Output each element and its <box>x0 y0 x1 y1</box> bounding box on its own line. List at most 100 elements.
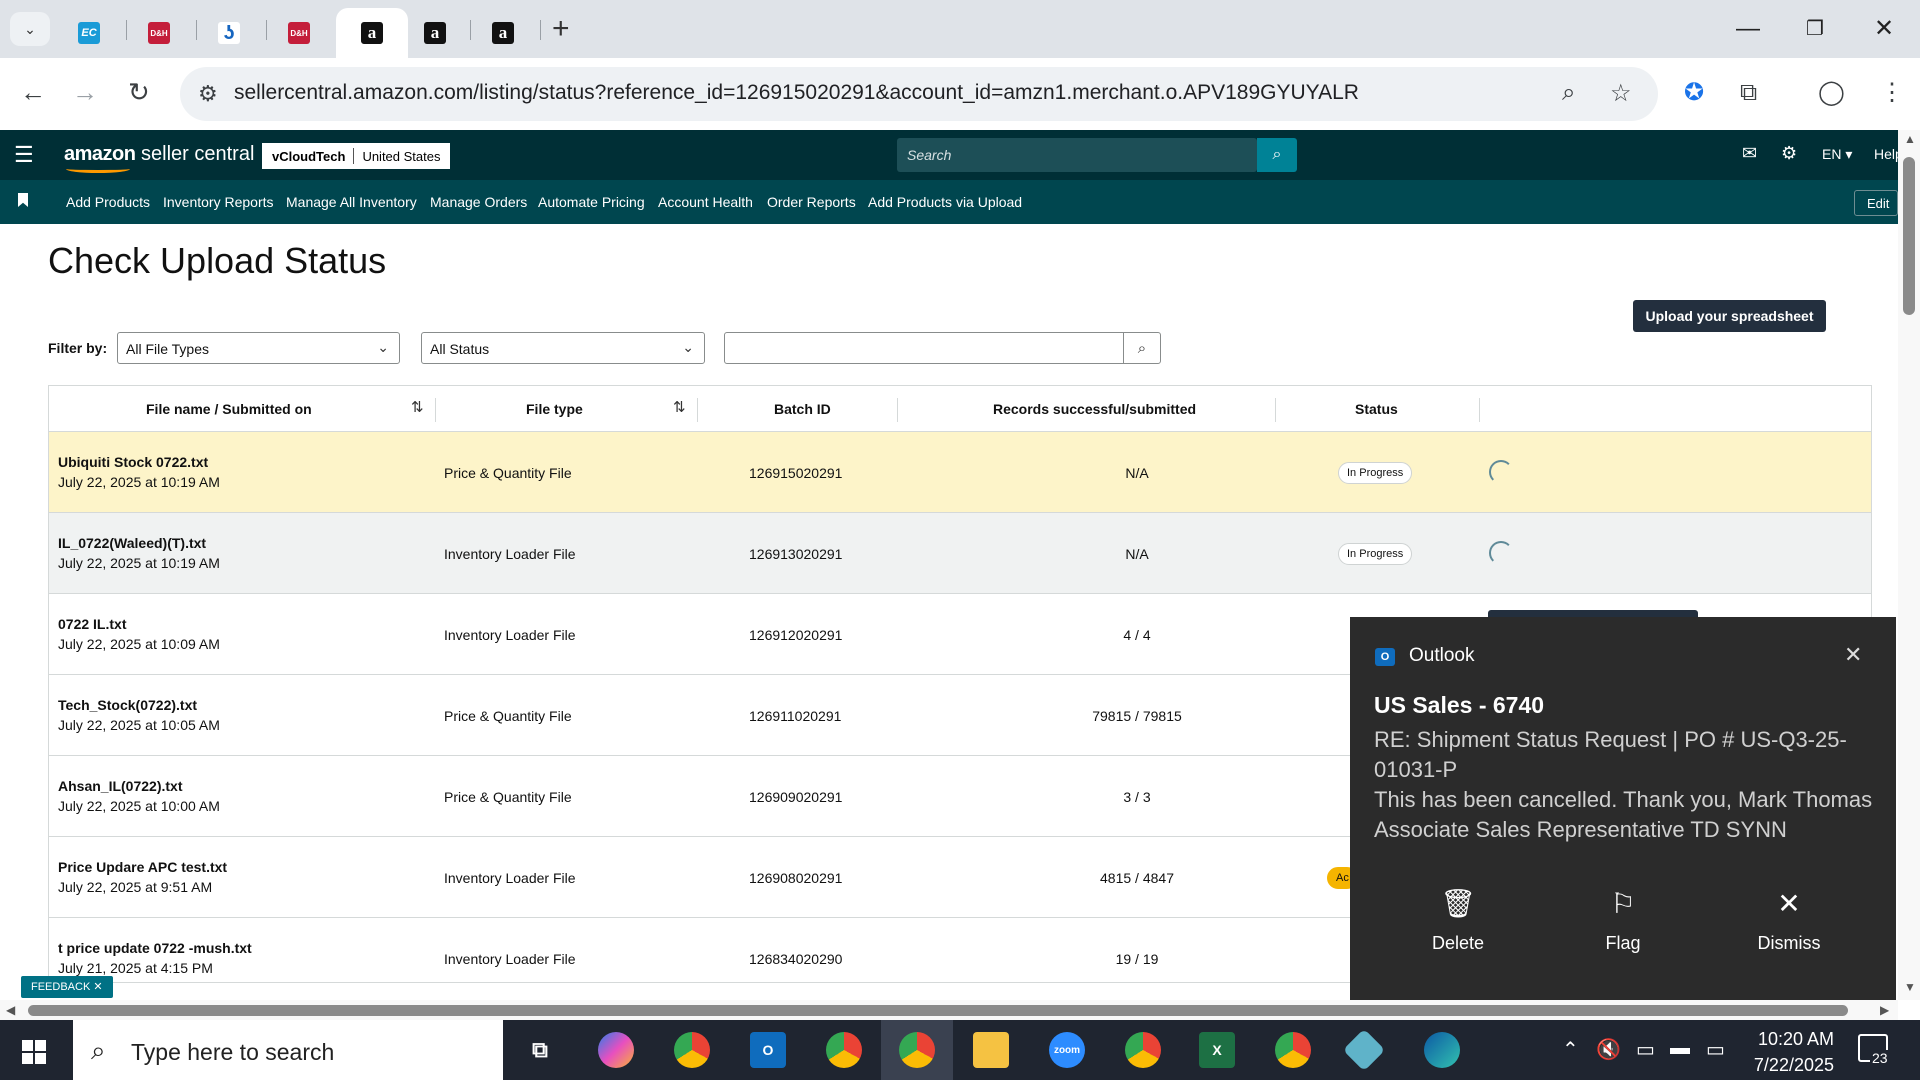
excel-icon[interactable]: X <box>1199 1032 1235 1068</box>
file-type: Inventory Loader File <box>444 627 576 643</box>
vertical-scroll-thumb[interactable] <box>1903 157 1915 315</box>
file-type-select[interactable]: All File Types ⌄ <box>117 332 400 364</box>
file-name[interactable]: 0722 IL.txt <box>58 616 126 632</box>
mail-icon[interactable]: ✉ <box>1742 143 1757 164</box>
column-header-file-type[interactable]: File type <box>526 401 583 417</box>
back-icon[interactable]: ← <box>20 76 46 108</box>
close-icon[interactable]: ✕ <box>1844 642 1862 668</box>
profile-icon[interactable]: ◯ <box>1818 78 1845 108</box>
nav-automate-pricing[interactable]: Automate Pricing <box>538 194 645 210</box>
feedback-button[interactable]: FEEDBACK ✕ <box>21 976 113 998</box>
tab-amazon-2[interactable]: a <box>404 8 466 58</box>
notification-subject: RE: Shipment Status Request | PO # US-Q3… <box>1374 727 1847 782</box>
edit-bookmarks-button[interactable]: Edit <box>1854 190 1898 216</box>
nav-add-products-via-upload[interactable]: Add Products via Upload <box>868 194 1022 210</box>
restore-icon[interactable]: ❐ <box>1806 14 1824 44</box>
settings-gear-icon[interactable]: ⚙ <box>1781 143 1797 164</box>
nav-manage-all-inventory[interactable]: Manage All Inventory <box>286 194 417 210</box>
chrome-icon[interactable] <box>1275 1032 1311 1068</box>
extension-icon[interactable]: ✪ <box>1684 78 1704 108</box>
outlook-notification[interactable]: O Outlook ✕ US Sales - 6740 RE: Shipment… <box>1350 617 1896 1000</box>
nav-account-health[interactable]: Account Health <box>658 194 753 210</box>
dismiss-button[interactable]: ✕ Dismiss <box>1734 887 1844 954</box>
browser-menu-icon[interactable]: ⋮ <box>1880 78 1904 108</box>
site-info-icon[interactable]: ⚙ <box>198 81 218 107</box>
volume-muted-icon[interactable]: 🔇 <box>1596 1037 1621 1062</box>
windows-start-icon[interactable] <box>22 1040 46 1064</box>
nav-inventory-reports[interactable]: Inventory Reports <box>163 194 274 210</box>
language-selector[interactable]: EN ▾ <box>1822 146 1852 163</box>
zoom-icon[interactable]: zoom <box>1049 1032 1085 1068</box>
new-tab-button[interactable]: + <box>552 14 570 44</box>
show-hidden-icons-icon[interactable]: ⌃ <box>1562 1037 1579 1062</box>
forward-icon[interactable]: → <box>72 76 98 108</box>
upload-spreadsheet-button[interactable]: Upload your spreadsheet <box>1633 300 1826 332</box>
tab-amazon-active[interactable]: a <box>336 8 408 58</box>
table-row[interactable]: Ubiquiti Stock 0722.txt July 22, 2025 at… <box>49 432 1871 513</box>
table-row[interactable]: IL_0722(Waleed)(T).txt July 22, 2025 at … <box>49 513 1871 594</box>
hamburger-menu-icon[interactable]: ☰ <box>14 142 34 168</box>
edge-icon[interactable] <box>1424 1032 1460 1068</box>
upload-search-button[interactable]: ⌕ <box>1123 332 1161 364</box>
close-window-icon[interactable]: ✕ <box>1874 14 1894 44</box>
file-explorer-icon[interactable] <box>973 1032 1009 1068</box>
tab-dh-2[interactable]: D&H <box>268 8 330 58</box>
file-name[interactable]: Ahsan_IL(0722).txt <box>58 778 182 794</box>
scroll-right-arrow-icon[interactable]: ▶ <box>1880 1003 1889 1017</box>
url-text[interactable]: sellercentral.amazon.com/listing/status?… <box>234 81 1359 105</box>
chrome-icon[interactable] <box>899 1032 935 1068</box>
task-view-icon[interactable]: ⧉ <box>522 1032 558 1068</box>
close-icon[interactable]: ✕ <box>93 981 102 993</box>
loading-spinner-icon <box>1489 460 1513 484</box>
system-clock[interactable]: 10:20 AM 7/22/2025 <box>1734 1026 1834 1078</box>
chrome-icon[interactable] <box>1125 1032 1161 1068</box>
sort-icon[interactable]: ⇅ <box>411 398 424 416</box>
tab-amazon-3[interactable]: a <box>472 8 534 58</box>
battery-icon[interactable]: ▬ <box>1670 1037 1690 1060</box>
file-name[interactable]: t price update 0722 -mush.txt <box>58 940 252 956</box>
seller-search-button[interactable]: ⌕ <box>1257 138 1297 172</box>
scroll-left-arrow-icon[interactable]: ◀ <box>6 1003 15 1017</box>
extensions-puzzle-icon[interactable]: ⧉ <box>1740 78 1757 108</box>
chrome-icon[interactable] <box>826 1032 862 1068</box>
chrome-icon[interactable] <box>674 1032 710 1068</box>
seller-central-logo[interactable]: amazon seller central <box>64 143 254 173</box>
file-name[interactable]: Ubiquiti Stock 0722.txt <box>58 454 208 470</box>
nav-order-reports[interactable]: Order Reports <box>767 194 856 210</box>
tab-ec[interactable]: EC <box>58 8 120 58</box>
bookmark-icon[interactable] <box>18 193 28 207</box>
store-switcher[interactable]: vCloudTech United States <box>262 143 451 169</box>
tab-search-button[interactable]: ⌄ <box>10 12 50 46</box>
delete-button[interactable]: 🗑 Delete <box>1403 887 1513 954</box>
outlook-taskbar-icon[interactable]: O <box>750 1032 786 1068</box>
reload-icon[interactable]: ↻ <box>128 76 150 108</box>
bookmark-star-icon[interactable]: ☆ <box>1610 79 1632 108</box>
batch-id: 126909020291 <box>749 789 843 805</box>
scroll-down-arrow-icon[interactable]: ▼ <box>1904 980 1916 994</box>
seller-search-input[interactable]: Search <box>897 138 1257 172</box>
nav-manage-orders[interactable]: Manage Orders <box>430 194 527 210</box>
minimize-icon[interactable]: — <box>1736 14 1760 44</box>
copilot-icon[interactable] <box>598 1032 634 1068</box>
file-name[interactable]: Price Updare APC test.txt <box>58 859 227 875</box>
submitted-date: July 21, 2025 at 4:15 PM <box>58 960 213 976</box>
zoom-icon[interactable]: ⌕ <box>1562 79 1575 107</box>
horizontal-scroll-thumb[interactable] <box>28 1005 1848 1016</box>
taskbar-search-box[interactable]: ⌕ Type here to search <box>73 1020 503 1080</box>
flag-button[interactable]: ⚐ Flag <box>1568 887 1678 954</box>
tab-dh-1[interactable]: D&H <box>128 8 190 58</box>
address-bar[interactable]: ⚙ sellercentral.amazon.com/listing/statu… <box>180 67 1658 121</box>
nav-add-products[interactable]: Add Products <box>66 194 150 210</box>
scroll-up-arrow-icon[interactable]: ▲ <box>1904 132 1916 146</box>
upload-search-input[interactable] <box>724 332 1124 364</box>
meet-now-icon[interactable]: ▭ <box>1636 1037 1655 1062</box>
file-name[interactable]: Tech_Stock(0722).txt <box>58 697 197 713</box>
help-link[interactable]: Help <box>1874 146 1898 162</box>
file-name[interactable]: IL_0722(Waleed)(T).txt <box>58 535 206 551</box>
column-header-file-name[interactable]: File name / Submitted on <box>146 401 312 417</box>
app-diamond-icon[interactable] <box>1342 1028 1386 1072</box>
status-select[interactable]: All Status ⌄ <box>421 332 705 364</box>
sort-icon[interactable]: ⇅ <box>673 398 686 416</box>
network-icon[interactable]: ▭ <box>1706 1037 1725 1062</box>
tab-blue[interactable]: ʖ <box>198 8 260 58</box>
